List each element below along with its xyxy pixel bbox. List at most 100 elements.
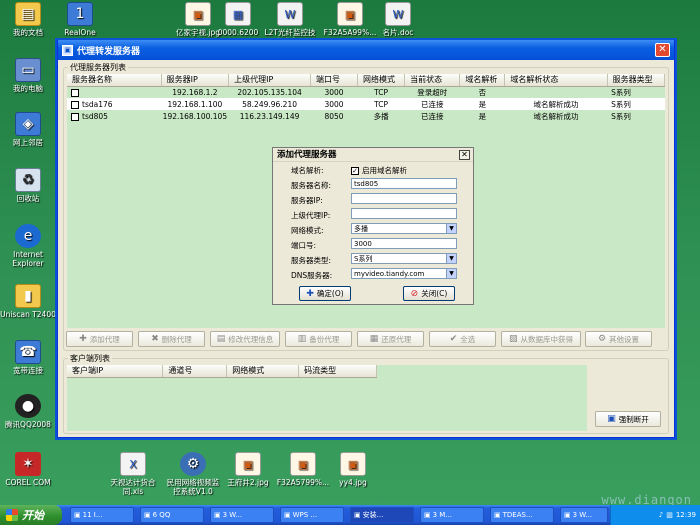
chevron-down-icon[interactable]: ▼ — [446, 254, 456, 263]
select-all-button[interactable]: ✔ 全选 — [429, 331, 496, 347]
table-row[interactable]: tsda176 192.168.1.100 58.249.96.210 3000 TCP… — [67, 98, 665, 110]
close-button[interactable]: ⊘ 关闭(C) — [403, 286, 455, 301]
desktop-icon[interactable]: ▣ yy4.jpg — [325, 452, 381, 487]
taskbar-button[interactable]: ▣ 安装... — [350, 507, 414, 523]
backup-proxy-button[interactable]: ▥ 备份代理 — [285, 331, 352, 347]
clock: 12:39 — [675, 511, 696, 519]
desktop-icon-label: 民用网络视频监控系统V1.0 — [166, 478, 220, 496]
restore-proxy-button[interactable]: ▦ 还原代理 — [357, 331, 424, 347]
taskbar-button[interactable]: ▣ TDEAS... — [490, 507, 554, 523]
desktop-icon[interactable]: ▭ 我的电脑 — [0, 58, 56, 93]
taskbar-button[interactable]: ▣ WPS ... — [280, 507, 344, 523]
modify-proxy-button[interactable]: ▤ 修改代理信息 — [210, 331, 280, 347]
qq-icon: ● — [15, 394, 41, 418]
cell-status: 已连接 — [420, 99, 444, 109]
dns-checkbox-box[interactable]: ✓ — [351, 167, 359, 175]
table-row[interactable]: tsd805 192.168.100.105 116.23.149.149 8050 多… — [67, 110, 665, 122]
network-icon[interactable]: ▥ — [666, 511, 673, 519]
dialog-title[interactable]: 添加代理服务器 — [273, 148, 473, 162]
server-type-select[interactable]: S系列 ▼ — [351, 253, 457, 264]
column-header[interactable]: 服务器名称 — [67, 74, 162, 87]
force-disconnect-button[interactable]: ▣ 强制断开 — [595, 411, 661, 427]
server-ip-input[interactable] — [351, 193, 457, 204]
dns-server-select[interactable]: myvideo.tiandy.com ▼ — [351, 268, 457, 279]
dialog-close-icon[interactable]: ✕ — [459, 150, 470, 160]
desktop-icon[interactable]: ⚙ 民用网络视频监控系统V1.0 — [165, 452, 221, 496]
desktop-icon[interactable]: W 名片.doc — [370, 2, 426, 37]
desktop-icon[interactable]: ● 腾讯QQ2008 — [0, 394, 56, 429]
column-header[interactable]: 码流类型 — [298, 365, 377, 378]
column-header[interactable]: 通道号 — [162, 365, 228, 378]
edit-icon: ▤ — [216, 334, 226, 344]
jpg-icon: ▣ — [337, 2, 363, 26]
column-header[interactable]: 服务器IP — [161, 74, 230, 87]
taskbar-button[interactable]: ▣ 6 QQ — [140, 507, 204, 523]
taskbar: 开始 ▣ 11 I... ▣ 6 QQ ▣ 3 W... ▣ WPS ... ▣ 安装... ▣ 3 … — [0, 505, 700, 525]
add-proxy-button[interactable]: ✚ 添加代理 — [66, 331, 133, 347]
app-icon: ▣ — [284, 511, 291, 519]
taskbar-button[interactable]: ▣ 3 W... — [560, 507, 608, 523]
desktop-icon[interactable]: ✶ COREL COM — [0, 452, 56, 487]
cell-port: 8050 — [324, 111, 344, 121]
taskbar-button[interactable]: ▣ 11 I... — [70, 507, 134, 523]
desktop-icon[interactable]: ▮ Uniscan T2400 — [0, 284, 56, 319]
client-list[interactable]: 客户端IP 通道号 网络模式 码流类型 — [67, 365, 587, 431]
jpg-icon: ▣ — [185, 2, 211, 26]
ok-button[interactable]: ✚ 确定(O) — [299, 286, 351, 301]
desktop-icon-label: yy4.jpg — [339, 478, 367, 487]
row-checkbox[interactable] — [71, 112, 79, 121]
doc-icon: X — [120, 452, 146, 476]
desktop-icon-label: Uniscan T2400 — [0, 310, 56, 319]
backup-icon: ▥ — [297, 334, 307, 344]
speaker-icon[interactable]: ♪ — [659, 511, 663, 519]
delete-proxy-button[interactable]: ✖ 删除代理 — [138, 331, 205, 347]
cell-dns_status: 域名解析成功 — [533, 99, 579, 109]
dns-checkbox[interactable]: ✓ 启用域名解析 — [351, 165, 407, 176]
column-header[interactable]: 服务器类型 — [607, 74, 665, 87]
desktop-icon[interactable]: ▣ F32A5799%... — [275, 452, 331, 487]
desktop-icon[interactable]: X 天视达计货合同.xls — [105, 452, 161, 496]
column-header[interactable]: 客户端IP — [67, 365, 164, 378]
desktop-icon[interactable]: ◈ 网上邻居 — [0, 112, 56, 147]
cell: tsda176 — [67, 98, 161, 110]
desktop-icon-label: 0000.6200 — [217, 28, 259, 37]
chevron-down-icon[interactable]: ▼ — [446, 224, 456, 233]
desktop-icon[interactable]: ☎ 宽带连接 — [0, 340, 56, 375]
server-name-input[interactable]: tsd805 — [351, 178, 457, 189]
column-header[interactable]: 网络模式 — [357, 74, 406, 87]
check-icon: ✔ — [449, 334, 458, 344]
desktop-icon[interactable]: ▤ 我的文档 — [0, 2, 56, 37]
column-header[interactable]: 当前状态 — [404, 74, 461, 87]
cell — [67, 86, 161, 98]
taskbar-button-label: 安装... — [362, 511, 384, 519]
desktop-icon[interactable]: ♻ 回收站 — [0, 168, 56, 203]
plus-icon: ✚ — [306, 288, 314, 299]
row-checkbox[interactable] — [71, 100, 79, 109]
window-titlebar[interactable]: ▣ 代理转发服务器 — [58, 40, 674, 60]
port-input[interactable]: 3000 — [351, 238, 457, 249]
folder-icon: ▮ — [15, 284, 41, 308]
taskbar-button[interactable]: ▣ 3 W... — [210, 507, 274, 523]
chevron-down-icon[interactable]: ▼ — [446, 269, 456, 278]
start-button[interactable]: 开始 — [0, 505, 62, 525]
parent-proxy-ip-input[interactable] — [351, 208, 457, 219]
column-header[interactable]: 网络模式 — [226, 365, 300, 378]
row-checkbox[interactable] — [71, 88, 79, 97]
cell-proxy: 58.249.96.210 — [242, 99, 297, 109]
taskbar-button[interactable]: ▣ 3 M... — [420, 507, 484, 523]
get-from-db-button[interactable]: ▧ 从数据库中获得 — [501, 331, 581, 347]
other-settings-button[interactable]: ⚙ 其他设置 — [585, 331, 652, 347]
column-header[interactable]: 域名解析状态 — [504, 74, 608, 87]
port-label: 端口号: — [291, 241, 317, 250]
table-row[interactable]: 192.168.1.2 202.105.135.104 3000 TCP 登录超时 否 S系… — [67, 86, 665, 98]
desktop-icon-label: Internet Explorer — [12, 250, 44, 268]
cell-mode: TCP — [374, 87, 389, 97]
column-header[interactable]: 端口号 — [310, 74, 359, 87]
window-close-button[interactable]: ✕ — [655, 43, 670, 57]
desktop-icon[interactable]: e Internet Explorer — [0, 224, 56, 268]
network-mode-select[interactable]: 多播 ▼ — [351, 223, 457, 234]
column-header[interactable]: 上级代理IP — [228, 74, 311, 87]
desktop-icon[interactable]: ▣ 王府井2.jpg — [220, 452, 276, 487]
desktop-icon[interactable]: ▦ 0000.6200 — [210, 2, 266, 37]
column-header[interactable]: 域名解析 — [459, 74, 506, 87]
